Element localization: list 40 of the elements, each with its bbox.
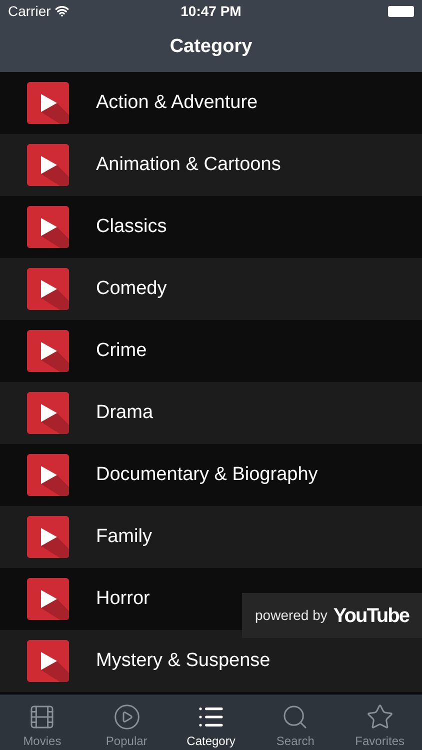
category-label: Documentary & Biography [96, 462, 318, 487]
play-icon [27, 640, 69, 682]
category-label: Mystery & Suspense [96, 648, 270, 673]
tab-item[interactable]: Category [168, 695, 254, 750]
category-label: Animation & Cartoons [96, 152, 281, 177]
category-label: Drama [96, 400, 154, 425]
category-label: Classics [96, 214, 167, 239]
category-row[interactable]: Animation & Cartoons [0, 134, 422, 196]
nav-title: Category [170, 34, 252, 59]
play-icon [27, 82, 69, 124]
star-icon [366, 703, 394, 731]
category-label: Horror [96, 586, 150, 611]
play-icon [27, 144, 69, 186]
tab-item[interactable]: Search [253, 695, 338, 750]
film-icon [28, 703, 56, 731]
play-icon [27, 392, 69, 434]
play-icon [27, 454, 69, 496]
play-icon [27, 578, 69, 620]
powered-by-text: powered by [255, 606, 328, 625]
category-row[interactable]: Comedy [0, 258, 422, 320]
category-label: Family [96, 524, 152, 549]
category-label: Comedy [96, 276, 167, 301]
play-icon [27, 330, 69, 372]
category-label: Action & Adventure [96, 90, 258, 115]
tab-item[interactable]: Popular [84, 695, 169, 750]
wifi-icon [54, 4, 69, 18]
play-icon [27, 206, 69, 248]
category-row[interactable]: Family [0, 506, 422, 568]
play-icon [27, 516, 69, 558]
play-icon [112, 703, 141, 731]
battery-icon [388, 6, 414, 16]
tab-item[interactable]: Favorites [338, 695, 422, 750]
category-label: Crime [96, 338, 147, 363]
youtube-wordmark: YouTube [333, 604, 409, 628]
play-icon [27, 268, 69, 310]
category-row[interactable]: Drama [0, 382, 422, 444]
tab-item[interactable]: Movies [0, 695, 84, 750]
status-time: 10:47 PM [180, 2, 242, 20]
carrier-label: Carrier [8, 2, 51, 20]
category-row[interactable]: Mystery & Suspense [0, 630, 422, 692]
